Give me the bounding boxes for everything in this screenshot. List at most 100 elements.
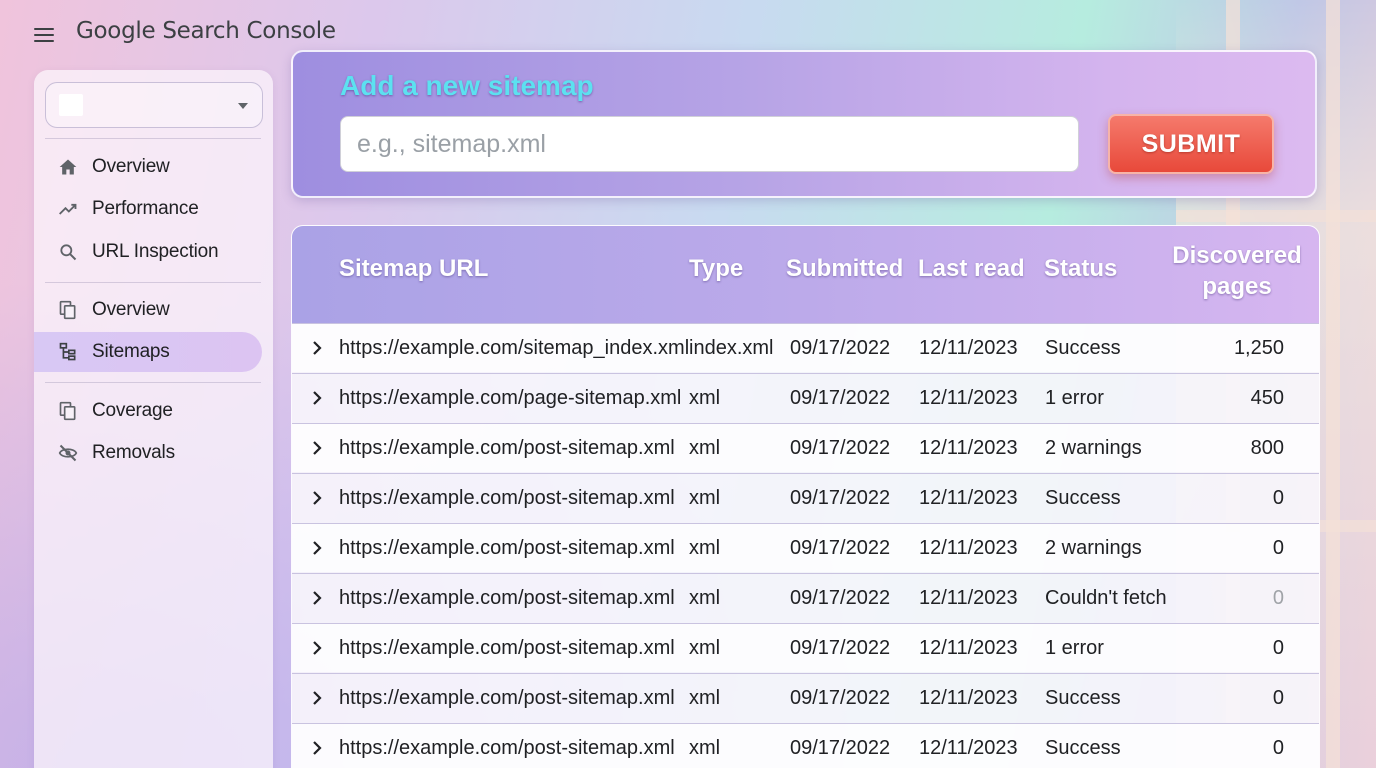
cell-submitted: 09/17/2022 [790, 387, 891, 409]
chevron-right-icon[interactable] [310, 574, 324, 622]
cell-last-read: 12/11/2023 [919, 737, 1018, 759]
table-row[interactable]: https://example.com/page-sitemap.xml xml 0… [292, 373, 1319, 422]
column-header-submitted[interactable]: Submitted [786, 255, 903, 283]
sidebar-item-performance[interactable]: Performance [34, 189, 262, 229]
cell-sitemap-url: https://example.com/post-sitemap.xml [339, 587, 675, 609]
cell-discovered-pages: 1,250 [1233, 337, 1284, 359]
chevron-right-icon[interactable] [310, 724, 324, 768]
cell-last-read: 12/11/2023 [919, 687, 1018, 709]
cell-discovered-pages: 0 [1272, 587, 1284, 609]
table-row[interactable]: https://example.com/sitemap_index.xml ind… [292, 323, 1319, 372]
column-header-discovered-pages[interactable]: Discovered pages [1172, 240, 1302, 302]
column-header-discovered-line1: Discovered [1172, 242, 1302, 269]
cell-submitted: 09/17/2022 [790, 537, 891, 559]
cell-type: xml [689, 537, 721, 559]
sidebar-item-label: Removals [92, 442, 175, 463]
column-header-last-read[interactable]: Last read [918, 255, 1025, 283]
cell-status: Success [1045, 337, 1121, 359]
cell-submitted: 09/17/2022 [790, 587, 891, 609]
table-row[interactable]: https://example.com/post-sitemap.xml xml 0… [292, 673, 1319, 722]
cell-sitemap-url: https://example.com/post-sitemap.xml [339, 437, 675, 459]
cell-status: 1 error [1045, 387, 1104, 409]
cell-status: Success [1045, 687, 1121, 709]
cell-discovered-pages: 0 [1272, 687, 1284, 709]
sidebar-item-label: Coverage [92, 400, 173, 421]
sitemap-url-input[interactable] [340, 116, 1079, 172]
chevron-down-icon [238, 103, 248, 109]
cell-status: Couldn't fetch [1045, 587, 1167, 609]
table-row[interactable]: https://example.com/post-sitemap.xml xml 0… [292, 423, 1319, 472]
cell-sitemap-url: https://example.com/post-sitemap.xml [339, 637, 675, 659]
search-icon [58, 242, 78, 262]
submit-button[interactable]: SUBMIT [1108, 114, 1274, 174]
sidebar-item-label: Performance [92, 198, 199, 219]
chevron-right-icon[interactable] [310, 324, 324, 372]
column-header-type[interactable]: Type [689, 255, 743, 283]
sidebar-item-overview[interactable]: Overview [34, 147, 262, 187]
sidebar-item-label: URL Inspection [92, 241, 219, 262]
cell-submitted: 09/17/2022 [790, 437, 891, 459]
cell-type: xml [689, 387, 721, 409]
sidebar-item-removals[interactable]: Removals [34, 433, 262, 473]
cell-submitted: 09/17/2022 [790, 737, 891, 759]
table-row[interactable]: https://example.com/post-sitemap.xml xml 0… [292, 623, 1319, 672]
hamburger-menu-icon[interactable] [34, 22, 60, 48]
cell-last-read: 12/11/2023 [919, 337, 1018, 359]
cell-type: xml [689, 637, 721, 659]
cell-last-read: 12/11/2023 [919, 637, 1018, 659]
chevron-right-icon[interactable] [310, 524, 324, 572]
cell-discovered-pages: 0 [1272, 637, 1284, 659]
chevron-right-icon[interactable] [310, 474, 324, 522]
cell-discovered-pages: 0 [1272, 537, 1284, 559]
chevron-right-icon[interactable] [310, 674, 324, 722]
cell-submitted: 09/17/2022 [790, 637, 891, 659]
chevron-right-icon[interactable] [310, 424, 324, 472]
sidebar-item-label: Overview [92, 156, 170, 177]
cell-type: xml [689, 487, 721, 509]
cell-last-read: 12/11/2023 [919, 387, 1018, 409]
add-sitemap-title: Add a new sitemap [340, 70, 594, 101]
cell-status: Success [1045, 737, 1121, 759]
cell-status: Success [1045, 487, 1121, 509]
column-header-discovered-line2: pages [1202, 273, 1272, 300]
add-sitemap-panel: Add a new sitemap SUBMIT [291, 50, 1317, 198]
sidebar-divider [45, 138, 261, 139]
table-row[interactable]: https://example.com/post-sitemap.xml xml 0… [292, 473, 1319, 522]
sidebar-item-index-overview[interactable]: Overview [34, 290, 262, 330]
cell-last-read: 12/11/2023 [919, 587, 1018, 609]
column-header-status[interactable]: Status [1044, 255, 1117, 283]
copy-icon [58, 401, 78, 421]
sidebar-item-url-inspection[interactable]: URL Inspection [34, 232, 262, 272]
property-selector[interactable] [45, 82, 263, 128]
table-row[interactable]: https://example.com/post-sitemap.xml xml 0… [292, 723, 1319, 768]
cell-last-read: 12/11/2023 [919, 487, 1018, 509]
table-row[interactable]: https://example.com/post-sitemap.xml xml 0… [292, 523, 1319, 572]
home-icon [58, 157, 78, 177]
table-header: Sitemap URL Type Submitted Last read Sta… [292, 226, 1319, 323]
sidebar-item-coverage[interactable]: Coverage [34, 391, 262, 431]
eye-off-icon [58, 443, 78, 463]
property-swatch [59, 94, 83, 116]
cell-sitemap-url: https://example.com/sitemap_index.xml [339, 337, 690, 359]
cell-discovered-pages: 0 [1272, 737, 1284, 759]
sidebar-item-sitemaps[interactable]: Sitemaps [34, 332, 262, 372]
cell-sitemap-url: https://example.com/post-sitemap.xml [339, 487, 675, 509]
cell-status: 2 warnings [1045, 437, 1142, 459]
cell-status: 1 error [1045, 637, 1104, 659]
cell-submitted: 09/17/2022 [790, 687, 891, 709]
table-row[interactable]: https://example.com/post-sitemap.xml xml 0… [292, 573, 1319, 622]
trending-up-icon [58, 199, 78, 219]
sidebar-item-label: Sitemaps [92, 341, 170, 362]
cell-type: xml [689, 437, 721, 459]
cell-status: 2 warnings [1045, 537, 1142, 559]
sidebar-divider [45, 282, 261, 283]
cell-discovered-pages: 800 [1250, 437, 1284, 459]
cell-sitemap-url: https://example.com/post-sitemap.xml [339, 537, 675, 559]
column-header-sitemap-url[interactable]: Sitemap URL [339, 255, 488, 283]
sidebar: Overview Performance URL Inspection Over… [34, 70, 273, 768]
chevron-right-icon[interactable] [310, 374, 324, 422]
cell-discovered-pages: 0 [1272, 487, 1284, 509]
sidebar-item-label: Overview [92, 299, 170, 320]
sitemaps-table: Sitemap URL Type Submitted Last read Sta… [291, 225, 1320, 768]
chevron-right-icon[interactable] [310, 624, 324, 672]
